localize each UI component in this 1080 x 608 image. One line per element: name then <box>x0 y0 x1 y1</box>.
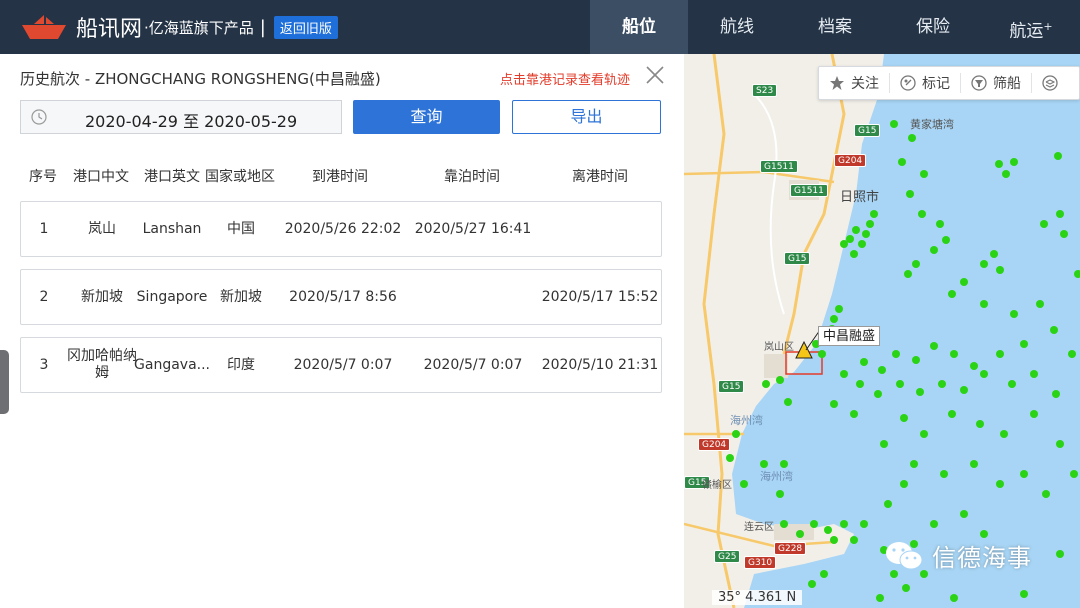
side-scroll-handle[interactable] <box>0 350 9 414</box>
panel-title: 历史航次 - ZHONGCHANG RONGSHENG(中昌融盛) <box>20 70 381 88</box>
watermark: 信德海事 <box>884 538 1032 573</box>
row-port-cn: 岚山 <box>88 220 116 237</box>
row-port-en: Gangava... <box>134 356 210 373</box>
row-depart: 2020/5/17 15:52 <box>541 288 659 305</box>
follow-tool-label: 关注 <box>851 76 879 92</box>
logo-name: 船讯网 <box>76 17 143 42</box>
star-icon <box>830 76 844 90</box>
filter-icon <box>971 75 987 91</box>
follow-tool[interactable]: 关注 <box>819 73 890 93</box>
row-depart: 2020/5/10 21:31 <box>541 356 659 373</box>
road-sign-g228: G228 <box>774 542 807 555</box>
old-version-button[interactable]: 返回旧版 <box>273 15 338 39</box>
voyage-history-panel: 历史航次 - ZHONGCHANG RONGSHENG(中昌融盛) 点击靠港记录… <box>0 54 684 608</box>
road-sign-g25: G25 <box>714 550 741 563</box>
view-track-link[interactable]: 点击靠港记录查看轨迹 <box>500 69 630 88</box>
place-rizhao: 日照市 <box>840 190 880 205</box>
row-no: 3 <box>39 356 49 373</box>
row-arrive: 2020/5/26 22:02 <box>284 220 402 237</box>
logo-subtitle: ·亿海蓝旗下产品 <box>144 18 254 37</box>
date-range-field[interactable]: 2020-04-29 至 2020-05-29 <box>20 100 342 134</box>
road-sign-g15-2: G15 <box>784 252 811 265</box>
filter-tool[interactable]: 筛船 <box>961 73 1032 93</box>
row-berth: 2020/5/7 0:07 <box>423 356 523 373</box>
port-call-row[interactable]: 2 新加坡 Singapore 新加坡 2020/5/17 8:56 2020/… <box>20 269 662 325</box>
layers-icon <box>1042 75 1058 91</box>
road-sign-g15: G15 <box>854 124 881 137</box>
nav-routes[interactable]: 航线 <box>688 0 786 54</box>
row-depart <box>539 202 661 256</box>
row-country: 印度 <box>227 356 255 373</box>
logo-separator: | <box>259 16 266 38</box>
road-sign-s23: S23 <box>752 84 778 97</box>
road-sign-g15-3: G15 <box>718 380 745 393</box>
wechat-icon <box>886 541 923 569</box>
row-arrive: 2020/5/7 0:07 <box>293 356 393 373</box>
row-country: 中国 <box>227 220 255 237</box>
row-no: 2 <box>39 288 49 305</box>
row-country: 新加坡 <box>220 288 262 305</box>
col-header-arrive: 到港时间 <box>312 169 368 185</box>
col-header-no: 序号 <box>29 169 57 185</box>
watermark-text: 信德海事 <box>932 544 1032 572</box>
road-sign-g310: G310 <box>744 556 777 569</box>
clock-icon <box>31 109 47 125</box>
place-lianyun: 连云区 <box>744 522 774 533</box>
road-sign-g204-2: G204 <box>698 438 731 451</box>
top-bar: 船讯网 ·亿海蓝旗下产品 | 返回旧版 船位 航线 档案 保险 航运+ <box>0 0 1080 54</box>
mark-tool-label: 标记 <box>922 76 950 92</box>
nav-insurance[interactable]: 保险 <box>884 0 982 54</box>
row-arrive: 2020/5/17 8:56 <box>289 288 397 305</box>
row-port-en: Singapore <box>136 288 208 305</box>
ship-logo-icon <box>22 15 66 39</box>
close-icon[interactable] <box>644 64 666 86</box>
layers-tool[interactable] <box>1032 73 1074 93</box>
nav-shipping[interactable]: 航运+ <box>982 0 1080 54</box>
row-no: 1 <box>39 220 49 237</box>
nav-shipping-plus: + <box>1043 20 1053 33</box>
road-sign-g1511-2: G1511 <box>790 184 828 197</box>
query-button[interactable]: 查询 <box>353 100 500 134</box>
road-sign-g204: G204 <box>834 154 867 167</box>
port-call-row[interactable]: 3 冈加哈帕纳姆 Gangava... 印度 2020/5/7 0:07 202… <box>20 337 662 393</box>
selected-ship-label[interactable]: 中昌融盛 <box>818 326 881 346</box>
nav-archive[interactable]: 档案 <box>786 0 884 54</box>
col-header-port-en: 港口英文 <box>144 169 200 185</box>
logo[interactable]: 船讯网 ·亿海蓝旗下产品 | 返回旧版 <box>20 12 338 42</box>
place-haizhou-bay-1: 海州湾 <box>730 414 763 427</box>
export-button[interactable]: 导出 <box>512 100 661 134</box>
row-port-cn: 新加坡 <box>81 288 123 305</box>
row-port-en: Lanshan <box>142 220 202 237</box>
place-haizhou-bay-2: 海州湾 <box>760 470 793 483</box>
col-header-country: 国家或地区 <box>205 169 275 185</box>
coordinate-readout: 35° 4.361 N <box>712 590 803 605</box>
place-lanshan: 岚山区 <box>764 342 794 353</box>
map-toolbar: 关注 标记 筛船 <box>818 66 1080 100</box>
road-sign-g1511: G1511 <box>760 160 798 173</box>
col-header-depart: 离港时间 <box>572 169 628 185</box>
row-berth: 2020/5/27 16:41 <box>414 220 532 237</box>
filter-tool-label: 筛船 <box>993 76 1021 92</box>
place-ganyu: 赣榆区 <box>702 480 732 491</box>
main-nav: 船位 航线 档案 保险 航运+ <box>590 0 1080 54</box>
col-header-port-cn: 港口中文 <box>73 169 129 185</box>
tag-icon <box>900 75 916 91</box>
port-call-row[interactable]: 1 岚山 Lanshan 中国 2020/5/26 22:02 2020/5/2… <box>20 201 662 257</box>
date-range-value: 2020-04-29 至 2020-05-29 <box>85 112 298 131</box>
place-huangjiatang-bay: 黄家塘湾 <box>910 118 954 131</box>
row-berth <box>413 270 533 324</box>
row-port-cn: 冈加哈帕纳姆 <box>67 348 137 381</box>
ship-map[interactable]: S23 G15 G1511 G204 G1511 G15 G15 G204 G1… <box>684 54 1080 608</box>
nav-ship-position[interactable]: 船位 <box>590 0 688 54</box>
nav-shipping-label: 航运 <box>1009 21 1044 42</box>
col-header-berth: 靠泊时间 <box>444 169 500 185</box>
mark-tool[interactable]: 标记 <box>890 73 961 93</box>
